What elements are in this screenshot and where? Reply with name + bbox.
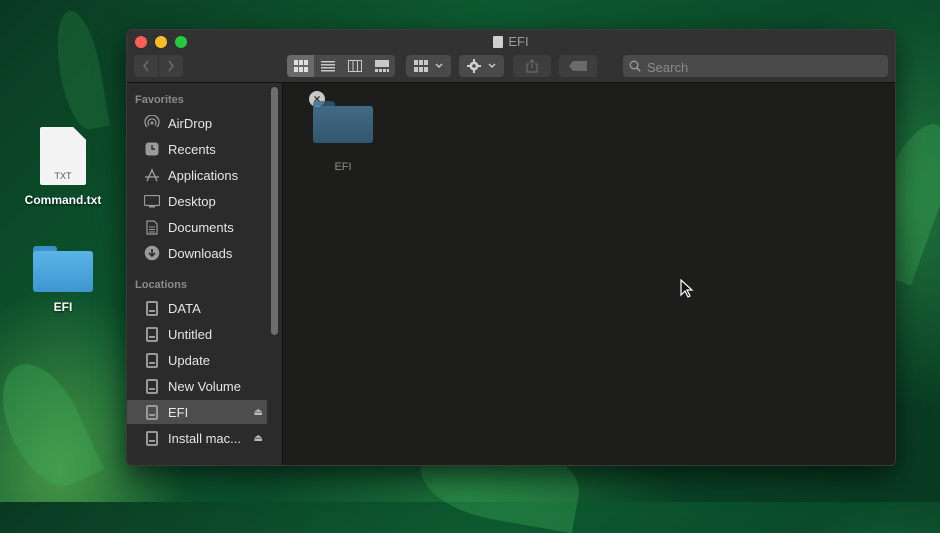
sidebar: Favorites AirDrop Recents Applications D… <box>127 83 283 465</box>
sidebar-item-applications[interactable]: Applications <box>127 163 267 187</box>
eject-icon[interactable]: ⏏ <box>254 407 263 418</box>
sidebar-item-label: Update <box>168 352 210 368</box>
gallery-view-button[interactable] <box>368 55 395 77</box>
sidebar-item-documents[interactable]: Documents <box>127 215 267 239</box>
list-view-button[interactable] <box>314 55 341 77</box>
sidebar-item-install-macos[interactable]: Install mac... ⏏ <box>127 426 267 450</box>
share-icon <box>526 59 538 73</box>
column-view-button[interactable] <box>341 55 368 77</box>
sidebar-item-label: Downloads <box>168 245 233 261</box>
window-title: EFI <box>127 34 895 49</box>
columns-icon <box>347 60 362 72</box>
download-icon <box>143 245 161 261</box>
document-icon <box>143 219 161 235</box>
chevron-down-icon <box>434 63 443 69</box>
sidebar-item-label: Desktop <box>168 193 216 209</box>
drive-icon <box>146 404 158 420</box>
drive-icon <box>146 300 158 316</box>
grid-icon <box>413 60 428 72</box>
sidebar-item-downloads[interactable]: Downloads <box>127 241 267 265</box>
desktop-file-command-txt[interactable]: TXT Command.txt <box>13 127 113 207</box>
sidebar-item-update[interactable]: Update <box>127 348 267 372</box>
drive-icon <box>146 378 158 394</box>
share-button[interactable] <box>513 55 551 77</box>
eject-icon[interactable]: ⏏ <box>254 433 263 444</box>
airdrop-icon <box>143 115 161 131</box>
sidebar-item-label: Applications <box>168 167 239 183</box>
sidebar-item-label: DATA <box>168 300 201 316</box>
toolbar: EFI <box>127 30 895 83</box>
mouse-pointer-icon <box>680 279 694 298</box>
sidebar-scrollbar[interactable] <box>271 87 278 335</box>
drive-icon <box>146 352 158 368</box>
sidebar-item-label: Untitled <box>168 326 213 342</box>
desktop-item-label: Command.txt <box>24 193 102 207</box>
tag-icon <box>569 61 587 71</box>
sidebar-heading-favorites: Favorites <box>135 94 184 106</box>
chevron-down-icon <box>487 63 496 69</box>
desktop-icon <box>143 193 161 209</box>
file-label: EFI <box>334 161 352 173</box>
sidebar-item-untitled[interactable]: Untitled <box>127 322 267 346</box>
drive-icon <box>146 430 158 446</box>
action-menu-button[interactable] <box>459 55 504 77</box>
search-input[interactable] <box>645 55 884 79</box>
list-icon <box>320 61 335 72</box>
sidebar-item-label: EFI <box>168 404 189 420</box>
text-document-icon: TXT <box>40 127 86 185</box>
gear-icon <box>466 59 481 73</box>
chevron-left-icon <box>142 60 149 72</box>
applications-icon <box>143 167 161 183</box>
clock-icon <box>143 141 161 157</box>
sidebar-heading-locations: Locations <box>135 279 187 291</box>
desktop-folder-efi[interactable]: EFI <box>13 246 113 314</box>
group-by-button[interactable] <box>406 55 451 77</box>
tags-button[interactable] <box>559 55 597 77</box>
icon-view-button[interactable] <box>287 55 314 77</box>
sidebar-item-label: AirDrop <box>168 115 213 131</box>
sidebar-item-label: Documents <box>168 219 234 235</box>
sidebar-item-recents[interactable]: Recents <box>127 137 267 161</box>
sidebar-item-efi[interactable]: EFI ⏏ <box>127 400 267 424</box>
grid-icon <box>293 60 308 72</box>
background-leaf <box>49 7 111 133</box>
sidebar-item-label: Recents <box>168 141 216 157</box>
folder-icon <box>313 101 373 143</box>
folder-icon <box>33 246 93 292</box>
sidebar-item-desktop[interactable]: Desktop <box>127 189 267 213</box>
chevron-right-icon <box>168 60 175 72</box>
search-icon <box>629 60 641 72</box>
forward-button[interactable] <box>159 55 183 77</box>
drive-icon <box>493 36 504 48</box>
search-field[interactable] <box>623 55 888 79</box>
background-leaf <box>0 351 105 499</box>
back-button[interactable] <box>134 55 158 77</box>
desktop-item-label: EFI <box>53 300 73 314</box>
gallery-icon <box>374 60 389 72</box>
sidebar-item-label: New Volume <box>168 378 241 394</box>
drive-icon <box>146 326 158 342</box>
file-browser-area[interactable]: × EFI <box>283 83 895 465</box>
folder-item-efi[interactable]: × EFI <box>309 91 375 173</box>
view-mode-switcher <box>287 55 395 77</box>
finder-window: EFI Search Favorites AirDrop Recents App… <box>126 29 896 466</box>
sidebar-item-new-volume[interactable]: New Volume <box>127 374 267 398</box>
sidebar-item-label: Install mac... <box>168 430 241 446</box>
sidebar-item-data[interactable]: DATA <box>127 296 267 320</box>
sidebar-item-airdrop[interactable]: AirDrop <box>127 111 267 135</box>
